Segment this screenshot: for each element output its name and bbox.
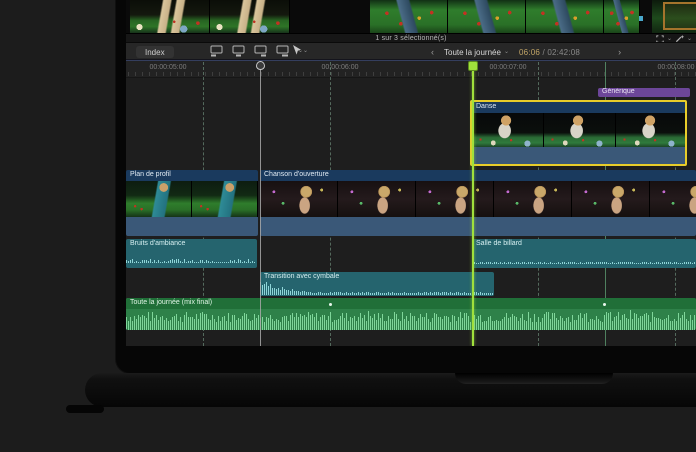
video-thumbnail xyxy=(210,0,290,33)
skimmer-line xyxy=(260,62,261,346)
clip-danse-selected[interactable]: Danse xyxy=(470,100,687,166)
timecode-separator: / xyxy=(542,48,544,57)
index-button-label: Index xyxy=(145,48,165,57)
video-thumbnail xyxy=(260,181,338,217)
video-thumbnail xyxy=(416,181,494,217)
clip-marker-dot xyxy=(603,303,606,306)
timeline-ruler[interactable]: 00:00:05:00 00:00:06:00 00:00:07:00 00:0… xyxy=(126,60,696,78)
video-thumbnail xyxy=(472,113,544,147)
clip-header: Danse xyxy=(472,102,685,113)
video-thumbnail xyxy=(650,181,696,217)
clip-label: Plan de profil xyxy=(126,170,258,178)
previous-project-arrow[interactable]: ‹ xyxy=(431,47,434,57)
clip-header: Chanson d'ouverture xyxy=(260,170,696,181)
chevron-down-icon: ⌄ xyxy=(504,49,509,55)
video-thumbnail xyxy=(604,0,640,33)
playhead-handle[interactable] xyxy=(468,61,478,71)
clip-mix-final[interactable]: Toute la journée (mix final) xyxy=(126,298,696,330)
clip-label: Chanson d'ouverture xyxy=(260,170,696,178)
clip-marker-dot xyxy=(329,303,332,306)
tools-menu[interactable]: ⌄ xyxy=(292,45,308,56)
video-thumbnail xyxy=(338,181,416,217)
insert-edit-icon[interactable] xyxy=(232,45,245,57)
chevron-down-icon: ⌄ xyxy=(303,48,308,54)
current-timecode: 06:06 xyxy=(519,48,540,57)
music-waveform xyxy=(126,309,696,330)
audio-waveform xyxy=(260,282,494,295)
clip-label: Toute la journée (mix final) xyxy=(126,298,696,306)
clip-filmstrip xyxy=(260,181,696,217)
video-thumbnail xyxy=(572,181,650,217)
video-thumbnail xyxy=(130,0,210,33)
clip-header: Toute la journée (mix final) xyxy=(126,298,696,309)
audio-waveform xyxy=(126,256,257,263)
final-cut-pro-window: 1 sur 3 sélectionné(s) ⌄ ⌄ Index xyxy=(126,0,696,346)
project-name-label: Toute la journée xyxy=(444,48,501,57)
chevron-down-icon[interactable]: ⌄ xyxy=(667,36,672,42)
video-thumbnail xyxy=(616,113,685,147)
clip-label: Générique xyxy=(598,88,690,95)
video-thumbnail xyxy=(526,0,604,33)
browser-status-bar: 1 sur 3 sélectionné(s) ⌄ ⌄ xyxy=(126,33,696,42)
timeline-toolbar: Index ⌄ xyxy=(126,42,696,60)
skimmer-handle xyxy=(256,61,265,70)
browser-filmstrip-area xyxy=(126,0,696,33)
clip-plan-de-profil[interactable]: Plan de profil xyxy=(126,170,258,236)
timecode-display: 06:06 / 02:42:08 xyxy=(519,48,580,57)
ruler-timecode-label: 00:00:06:00 xyxy=(322,64,359,71)
clip-audio-portion xyxy=(260,217,696,236)
chevron-down-icon[interactable]: ⌄ xyxy=(687,36,692,42)
clip-header: Plan de profil xyxy=(126,170,258,181)
browser-clip-pool-table[interactable] xyxy=(370,0,640,33)
overwrite-edit-icon[interactable] xyxy=(276,45,289,57)
video-thumbnail xyxy=(494,181,572,217)
video-thumbnail xyxy=(370,0,448,33)
browser-selection-outline xyxy=(663,2,696,30)
clip-salle-de-billard[interactable]: Salle de billard xyxy=(472,239,696,268)
video-thumbnail xyxy=(126,181,192,217)
macbook-foot xyxy=(66,405,104,413)
connect-edit-icon[interactable] xyxy=(210,45,223,57)
clip-label: Transition avec cymbale xyxy=(260,272,494,280)
clip-filmstrip xyxy=(472,113,685,147)
selection-status-text: 1 sur 3 sélectionné(s) xyxy=(375,35,446,42)
edit-buttons-group: ⌄ xyxy=(210,45,303,57)
clip-chanson-ouverture[interactable]: Chanson d'ouverture xyxy=(260,170,696,236)
index-button[interactable]: Index xyxy=(136,46,174,58)
ruler-timecode-label: 00:00:07:00 xyxy=(490,64,527,71)
clip-label: Danse xyxy=(472,102,685,110)
clip-label: Salle de billard xyxy=(472,239,696,247)
ruler-timecode-label: 00:00:05:00 xyxy=(150,64,187,71)
clip-transition-cymbale[interactable]: Transition avec cymbale xyxy=(260,272,494,296)
timeline-area[interactable]: Générique Danse xyxy=(126,78,696,346)
arrow-cursor-icon xyxy=(292,45,301,56)
macbook-screen: 1 sur 3 sélectionné(s) ⌄ ⌄ Index xyxy=(116,0,696,373)
timeline-dashboard: ‹ Toute la journée ⌄ 06:06 / 02:42:08 › xyxy=(431,43,621,61)
macbook-base xyxy=(85,373,696,407)
playhead-line[interactable] xyxy=(472,62,474,346)
lid-opening-notch xyxy=(455,373,613,384)
clip-audio-portion xyxy=(472,147,685,164)
append-edit-icon[interactable] xyxy=(254,45,267,57)
clip-bruits-ambiance[interactable]: Bruits d'ambiance xyxy=(126,239,257,268)
ruler-tick-marks xyxy=(126,71,696,76)
clip-filmstrip xyxy=(126,181,258,217)
video-thumbnail xyxy=(544,113,616,147)
clip-marker-badge xyxy=(639,16,643,21)
next-project-arrow[interactable]: › xyxy=(618,47,621,57)
desktop-background: 1 sur 3 sélectionné(s) ⌄ ⌄ Index xyxy=(0,0,696,452)
browser-clip-dog[interactable] xyxy=(130,0,290,33)
clip-label: Bruits d'ambiance xyxy=(126,239,257,247)
total-duration: 02:42:08 xyxy=(547,48,580,57)
clip-generique[interactable]: Générique xyxy=(598,88,690,97)
ruler-timecode-label: 00:00:08:00 xyxy=(658,64,695,71)
clip-audio-portion xyxy=(126,217,258,236)
project-name-menu[interactable]: Toute la journée ⌄ xyxy=(444,48,509,57)
video-thumbnail xyxy=(448,0,526,33)
audio-waveform xyxy=(472,259,696,264)
video-thumbnail xyxy=(192,181,258,217)
